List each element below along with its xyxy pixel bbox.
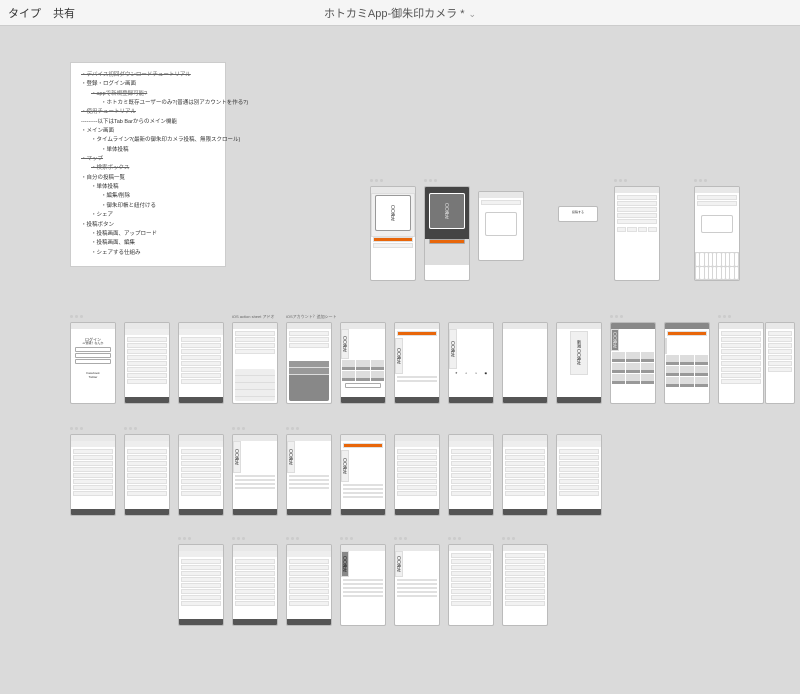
artboard-row4-6[interactable] bbox=[502, 544, 548, 626]
artboard-row4-3[interactable]: 〇〇神社 bbox=[340, 544, 386, 626]
artboard-post-button[interactable]: 投稿する bbox=[558, 206, 598, 222]
artboard-row3-3[interactable]: 〇〇神社 bbox=[232, 434, 278, 516]
artboard-accountsheet[interactable] bbox=[286, 322, 332, 404]
artboard-row4-0[interactable] bbox=[178, 544, 224, 626]
artboard-row3-4[interactable]: 〇〇神社 bbox=[286, 434, 332, 516]
artboard-detail-1[interactable]: 〇〇神社 bbox=[394, 322, 440, 404]
artboard-row3-1[interactable] bbox=[124, 434, 170, 516]
window-controls bbox=[340, 537, 353, 540]
artboard-keyboard[interactable] bbox=[694, 186, 740, 281]
artboard-list-a[interactable] bbox=[124, 322, 170, 404]
artboard-row3-0[interactable] bbox=[70, 434, 116, 516]
artboard-camera-preview[interactable]: 〇〇神社 bbox=[370, 186, 416, 281]
window-controls bbox=[502, 537, 515, 540]
artboard-filter[interactable]: 〇〇神社 ☀◐◑◉ bbox=[448, 322, 494, 404]
window-controls bbox=[448, 537, 461, 540]
artboard-row3-7[interactable] bbox=[448, 434, 494, 516]
artboard-row4-4[interactable]: 〇〇神社 bbox=[394, 544, 440, 626]
document-title[interactable]: ホトカミApp-御朱印カメラ *⌄ bbox=[324, 5, 476, 21]
artboard-dialog[interactable] bbox=[478, 191, 524, 261]
artboard-form[interactable] bbox=[614, 186, 660, 281]
artboard-row3-9[interactable] bbox=[556, 434, 602, 516]
artboard-camera-dark[interactable]: 〇〇神社 bbox=[424, 186, 470, 281]
artboard-detail-vert[interactable]: 新潟 〇〇神社 bbox=[556, 322, 602, 404]
design-canvas[interactable]: ・デバイス初回ダウンロードチュートリアル ・登録・ログイン画面 ・appで新規登… bbox=[0, 26, 800, 694]
window-controls bbox=[178, 537, 191, 540]
artboard-formlist-2[interactable] bbox=[765, 322, 795, 404]
window-controls bbox=[232, 537, 245, 540]
artboard-gallery-2[interactable] bbox=[664, 322, 710, 404]
artboard-row4-1[interactable] bbox=[232, 544, 278, 626]
notes-text-block[interactable]: ・デバイス初回ダウンロードチュートリアル ・登録・ログイン画面 ・appで新規登… bbox=[70, 62, 226, 267]
artboard-gallery-1[interactable]: 〇〇神社 bbox=[610, 322, 656, 404]
window-controls bbox=[394, 537, 407, 540]
window-controls bbox=[286, 537, 299, 540]
artboard-row3-6[interactable] bbox=[394, 434, 440, 516]
artboard-post-preview[interactable]: 〇〇神社 bbox=[340, 322, 386, 404]
artboard-row3-2[interactable] bbox=[178, 434, 224, 516]
chevron-down-icon: ⌄ bbox=[469, 9, 477, 19]
artboard-actionsheet[interactable] bbox=[232, 322, 278, 404]
artboard-list-b[interactable] bbox=[178, 322, 224, 404]
artboard-row3-8[interactable] bbox=[502, 434, 548, 516]
artboard-row4-5[interactable] bbox=[448, 544, 494, 626]
artboard-row4-2[interactable] bbox=[286, 544, 332, 626]
artboard-login[interactable]: ログイン or登録？なんか Facebook Twitter bbox=[70, 322, 116, 404]
app-toolbar: タイプ 共有 ホトカミApp-御朱印カメラ *⌄ bbox=[0, 0, 800, 26]
artboard-row3-5[interactable]: 〇〇神社 bbox=[340, 434, 386, 516]
toolbar-item-share[interactable]: 共有 bbox=[53, 5, 75, 21]
toolbar-item-type[interactable]: タイプ bbox=[8, 5, 41, 21]
artboard-label: iOSアカウント？追加シート bbox=[286, 314, 337, 320]
artboard-empty[interactable] bbox=[502, 322, 548, 404]
artboard-formlist-1[interactable] bbox=[718, 322, 764, 404]
artboard-label: iOS action sheet アドオ bbox=[232, 314, 274, 320]
